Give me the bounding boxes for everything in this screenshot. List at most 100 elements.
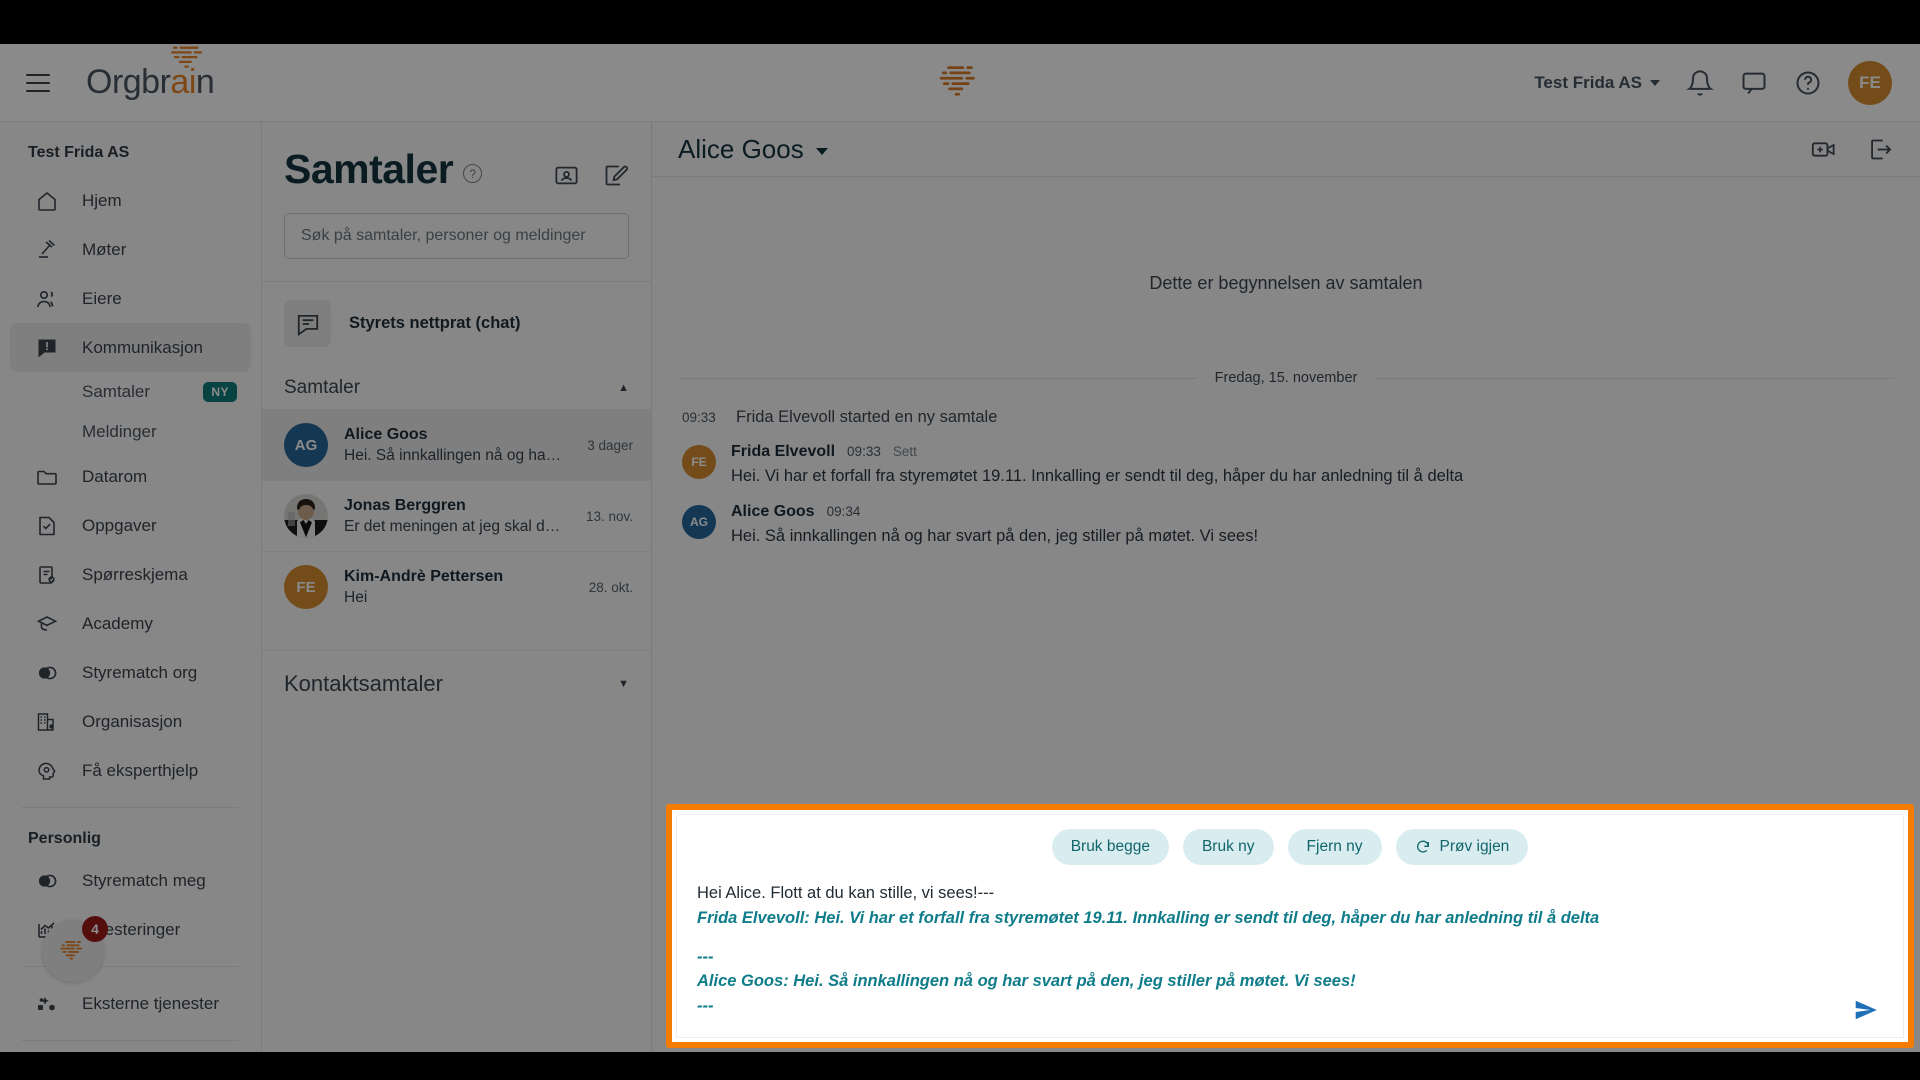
- help-icon[interactable]: [1794, 69, 1822, 97]
- sidebar-item-styrematch-meg[interactable]: Styrematch meg: [10, 856, 251, 905]
- composer-line-1: Hei Alice. Flott at du kan stille, vi se…: [697, 884, 995, 902]
- sidebar-item-label: Møter: [82, 239, 127, 259]
- top-bar-right: Test Frida AS FE: [1534, 60, 1892, 105]
- list-item-time: 13. nov.: [585, 508, 633, 524]
- alert-chat-icon: [34, 335, 60, 361]
- use-both-label: Bruk begge: [1070, 838, 1150, 855]
- clipboard-check-icon: [34, 562, 60, 588]
- chat-message-header: Frida Elvevoll 09:33 Sett: [731, 443, 1463, 461]
- use-both-button[interactable]: Bruk begge: [1051, 829, 1169, 865]
- chat-body: Dette er begynnelsen av samtalen Fredag,…: [652, 177, 1920, 807]
- use-new-label: Bruk ny: [1201, 838, 1255, 855]
- sidebar-item-moter[interactable]: Møter: [10, 225, 251, 274]
- list-item-content: Jonas Berggren Er det meningen at jeg sk…: [344, 497, 564, 536]
- sidebar-item-label: Styrematch meg: [82, 870, 206, 890]
- orgbrain-center-mark-icon: [939, 66, 975, 96]
- composer-line-5: ---: [697, 997, 714, 1015]
- leave-icon[interactable]: [1867, 136, 1894, 163]
- sidebar-item-fa-eksperthjelp[interactable]: Få eksperthjelp: [10, 746, 251, 795]
- sidebar-item-label: Få eksperthjelp: [82, 760, 199, 780]
- board-chat-icon: [284, 300, 331, 347]
- brand-logo[interactable]: Orgbrain: [86, 44, 215, 102]
- sidebar-section-personlig: Personlig: [28, 830, 101, 847]
- sidebar: Test Frida AS Hjem Møter Eiere Kommunika…: [0, 122, 262, 1052]
- head-gear-icon: [34, 758, 60, 784]
- sidebar-item-hjem[interactable]: Hjem: [10, 176, 251, 225]
- sidebar-item-styrematch-org[interactable]: Styrematch org: [10, 648, 251, 697]
- message-text: Hei. Vi har et forfall fra styremøtet 19…: [731, 467, 1464, 485]
- sidebar-item-meldinger[interactable]: Meldinger: [10, 412, 251, 452]
- composer-line-2: Frida Elvevoll: Hei. Vi har et forfall f…: [697, 908, 1600, 927]
- remove-new-button[interactable]: Fjern ny: [1287, 829, 1382, 865]
- sidebar-item-eksterne-tjenester[interactable]: Eksterne tjenester: [10, 979, 251, 1028]
- building-gear-icon: [34, 709, 60, 735]
- compose-icon[interactable]: [602, 162, 629, 189]
- message-composer[interactable]: Bruk begge Bruk ny Fjern ny Prøv igjen H…: [666, 804, 1914, 1048]
- avatar-photo: [284, 494, 328, 538]
- retry-button[interactable]: Prøv igjen: [1395, 829, 1529, 865]
- contact-card-icon[interactable]: [553, 162, 580, 189]
- sidebar-item-datarom[interactable]: Datarom: [10, 452, 251, 501]
- divider: [678, 377, 1197, 379]
- orgbrain-mark-icon: [60, 941, 83, 960]
- people-icon: [34, 286, 60, 312]
- avatar: [284, 494, 328, 538]
- group-header-label: Samtaler: [284, 377, 361, 398]
- message-author: Alice Goos: [731, 503, 815, 521]
- message-input[interactable]: Hei Alice. Flott at du kan stille, vi se…: [677, 865, 1903, 1019]
- notification-badge: 4: [82, 916, 108, 942]
- help-bubble-button[interactable]: 4: [42, 916, 108, 982]
- list-item-time: 3 dager: [587, 437, 633, 453]
- refresh-icon: [1416, 840, 1429, 853]
- menu-toggle-icon[interactable]: [26, 73, 50, 92]
- avatar: AG: [284, 423, 328, 467]
- group-header-kontaktsamtaler[interactable]: Kontaktsamtaler ▼: [262, 650, 651, 707]
- help-icon[interactable]: ?: [463, 164, 483, 183]
- org-switcher[interactable]: Test Frida AS: [1534, 73, 1660, 93]
- conversation-begin-text: Dette er begynnelsen av samtalen: [1149, 273, 1423, 293]
- list-item-content: Alice Goos Hei. Så innkallingen nå og ha…: [344, 426, 565, 465]
- graduation-cap-icon: [34, 611, 60, 637]
- chevron-down-icon[interactable]: [815, 147, 828, 155]
- list-item-preview: Hei. Så innkallingen nå og har s…: [344, 446, 566, 464]
- group-header-samtaler[interactable]: Samtaler ▲: [262, 365, 651, 409]
- board-chat-row[interactable]: Styrets nettprat (chat): [262, 282, 651, 365]
- sidebar-item-oppgaver[interactable]: Oppgaver: [10, 501, 251, 550]
- conversations-panel: Samtaler ? Søk på samtaler, personer og …: [262, 122, 652, 1052]
- sidebar-item-academy[interactable]: Academy: [10, 599, 251, 648]
- search-input[interactable]: [284, 213, 629, 259]
- send-button[interactable]: [1851, 997, 1881, 1023]
- sidebar-subitem-label: Samtaler: [82, 382, 151, 401]
- list-item[interactable]: AG Alice Goos Hei. Så innkallingen nå og…: [262, 409, 651, 480]
- sidebar-item-kommunikasjon[interactable]: Kommunikasjon: [10, 323, 251, 372]
- avatar-initials: FE: [691, 455, 707, 469]
- sidebar-item-organisasjon[interactable]: Organisasjon: [10, 697, 251, 746]
- use-new-button[interactable]: Bruk ny: [1182, 829, 1274, 865]
- list-item[interactable]: Jonas Berggren Er det meningen at jeg sk…: [262, 480, 651, 551]
- sidebar-subitem-label: Meldinger: [82, 422, 157, 441]
- gavel-icon: [34, 237, 60, 263]
- message-time: 09:33: [847, 444, 881, 459]
- message-time: 09:34: [826, 504, 861, 520]
- sidebar-item-label: Hjem: [82, 190, 122, 210]
- chat-header-actions: [1810, 136, 1894, 163]
- chat-message: AG Alice Goos 09:34 Hei. Så innkallingen…: [678, 503, 1894, 547]
- avatar-initials: FE: [1859, 72, 1881, 92]
- avatar[interactable]: FE: [1848, 60, 1892, 105]
- add-video-icon[interactable]: [1810, 136, 1837, 163]
- chat-icon[interactable]: [1740, 69, 1768, 97]
- list-item-name: Kim-Andrè Pettersen: [344, 567, 504, 585]
- message-author: Frida Elvevoll: [731, 443, 836, 460]
- list-item[interactable]: FE Kim-Andrè Pettersen Hei 28. okt.: [262, 551, 651, 622]
- message-text: Hei. Så innkallingen nå og har svart på …: [731, 527, 1259, 546]
- bell-icon[interactable]: [1686, 69, 1714, 97]
- venn-icon: [34, 868, 60, 894]
- search-container: [262, 193, 651, 282]
- group-header-label: Kontaktsamtaler: [284, 671, 443, 696]
- sidebar-item-sporreskjema[interactable]: Spørreskjema: [10, 550, 251, 599]
- sidebar-item-samtaler[interactable]: Samtaler NY: [10, 372, 251, 412]
- message-composer-inner: Bruk begge Bruk ny Fjern ny Prøv igjen H…: [676, 814, 1904, 1038]
- sidebar-item-eiere[interactable]: Eiere: [10, 274, 251, 323]
- avatar: FE: [284, 565, 328, 609]
- sidebar-item-label: Oppgaver: [82, 515, 157, 535]
